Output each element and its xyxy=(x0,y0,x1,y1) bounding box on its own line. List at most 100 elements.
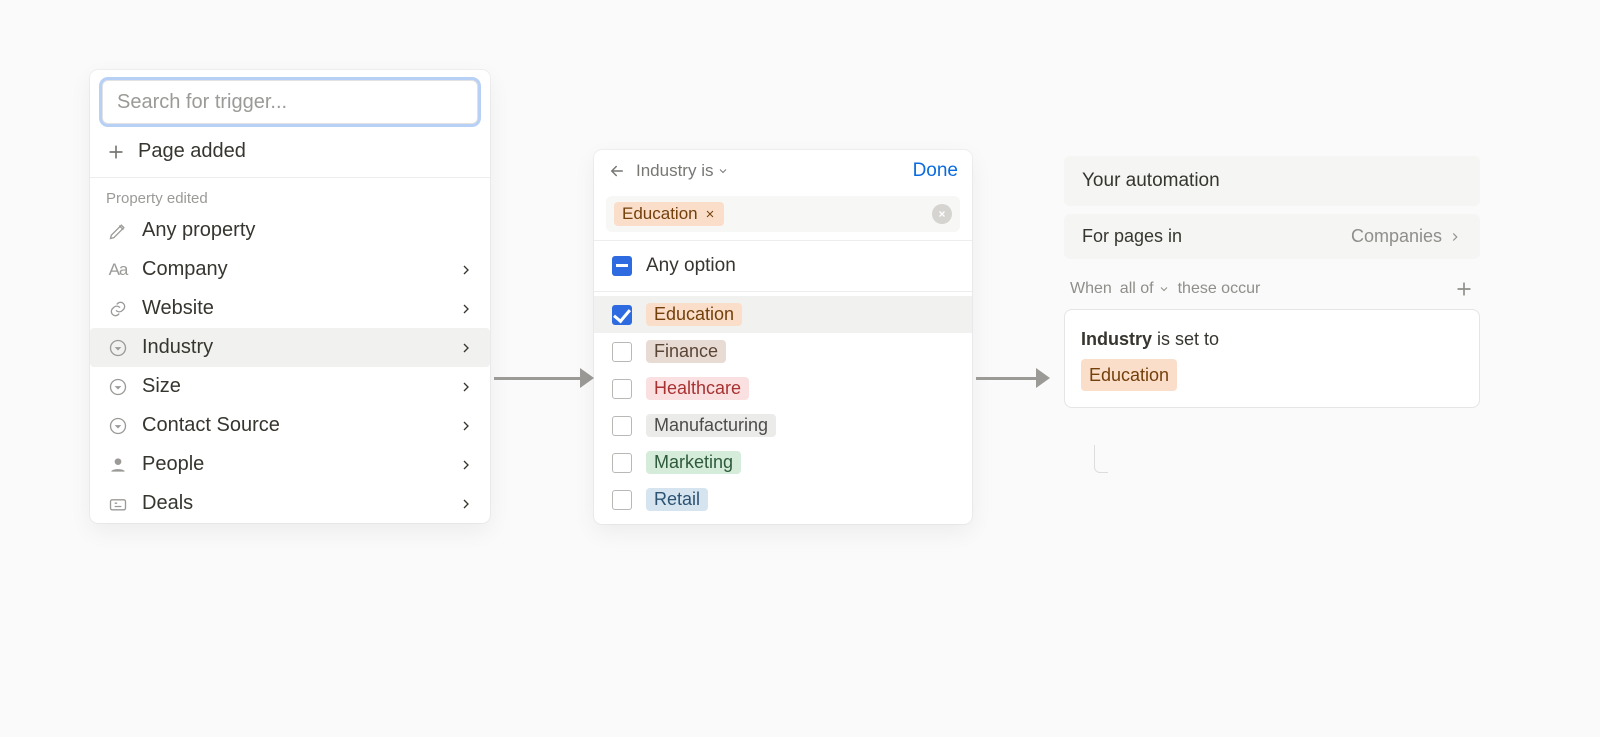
property-icon xyxy=(106,494,130,514)
checkbox[interactable] xyxy=(612,490,632,510)
chevron-right-icon xyxy=(1448,230,1462,244)
property-label: Deals xyxy=(142,492,446,515)
select-icon xyxy=(108,338,128,358)
property-label: Company xyxy=(142,258,446,281)
when-suffix: these occur xyxy=(1178,280,1261,298)
option-row-healthcare[interactable]: Healthcare xyxy=(594,370,972,407)
divider xyxy=(594,240,972,241)
search-wrap xyxy=(90,70,490,130)
add-trigger-button[interactable] xyxy=(1454,279,1474,299)
property-row-company[interactable]: Aa Company xyxy=(90,250,490,289)
tree-connector xyxy=(1094,445,1108,473)
option-label: Manufacturing xyxy=(646,414,776,437)
select-icon xyxy=(108,416,128,436)
clear-all-button[interactable] xyxy=(932,204,952,224)
property-label: Any property xyxy=(142,219,474,242)
token-remove-icon[interactable] xyxy=(704,208,716,220)
any-option-row[interactable]: Any option xyxy=(594,245,972,287)
trigger-page-added[interactable]: Page added xyxy=(90,130,490,173)
person-icon xyxy=(108,455,128,475)
automation-database-row[interactable]: For pages in Companies xyxy=(1064,214,1480,259)
checkbox[interactable] xyxy=(612,379,632,399)
option-label: Retail xyxy=(646,488,708,511)
property-row-contact-source[interactable]: Contact Source xyxy=(90,406,490,445)
when-mode-chip[interactable]: all of xyxy=(1120,280,1170,298)
checkbox[interactable] xyxy=(612,453,632,473)
arrow-1 xyxy=(494,368,594,388)
rule-property: Industry xyxy=(1081,329,1152,349)
property-label: Website xyxy=(142,297,446,320)
rule-value-tag: Education xyxy=(1081,359,1177,392)
property-icon xyxy=(106,455,130,475)
when-prefix: When xyxy=(1070,280,1112,298)
deals-icon xyxy=(108,494,128,514)
checkbox[interactable] xyxy=(612,342,632,362)
close-icon xyxy=(937,209,947,219)
done-button[interactable]: Done xyxy=(913,160,958,182)
section-header: Property edited xyxy=(90,182,490,211)
property-icon xyxy=(106,221,130,241)
chevron-right-icon xyxy=(458,262,474,278)
edit-icon xyxy=(108,221,128,241)
option-row-education[interactable]: Education xyxy=(594,296,972,333)
when-mode-label: all of xyxy=(1120,280,1154,298)
select-icon xyxy=(108,377,128,397)
chevron-right-icon xyxy=(458,496,474,512)
property-row-any-property[interactable]: Any property xyxy=(90,211,490,250)
token-label: Education xyxy=(622,204,698,224)
divider xyxy=(594,291,972,292)
property-row-deals[interactable]: Deals xyxy=(90,484,490,523)
plus-icon xyxy=(106,142,126,162)
industry-filter-panel: Industry is Done Education Any option Ed… xyxy=(594,150,972,524)
chevron-right-icon xyxy=(458,379,474,395)
property-icon xyxy=(106,299,130,319)
automation-summary-panel: Your automation For pages in Companies W… xyxy=(1064,156,1480,408)
property-row-website[interactable]: Website xyxy=(90,289,490,328)
option-label: Marketing xyxy=(646,451,741,474)
for-pages-label: For pages in xyxy=(1082,226,1182,247)
property-label: Size xyxy=(142,375,446,398)
token-education: Education xyxy=(614,202,724,226)
search-input[interactable] xyxy=(102,80,478,124)
rule-verb: is set to xyxy=(1157,329,1219,349)
checkbox[interactable] xyxy=(612,416,632,436)
property-row-size[interactable]: Size xyxy=(90,367,490,406)
option-row-manufacturing[interactable]: Manufacturing xyxy=(594,407,972,444)
property-row-people[interactable]: People xyxy=(90,445,490,484)
property-label: Industry xyxy=(142,336,446,359)
property-icon xyxy=(106,416,130,436)
trigger-rule-card[interactable]: Industry is set to Education xyxy=(1064,309,1480,408)
text-icon: Aa xyxy=(109,260,128,280)
checkbox[interactable] xyxy=(612,305,632,325)
any-option-label: Any option xyxy=(646,255,736,277)
option-row-finance[interactable]: Finance xyxy=(594,333,972,370)
chevron-right-icon xyxy=(458,418,474,434)
option-label: Finance xyxy=(646,340,726,363)
divider xyxy=(90,177,490,178)
filter-header: Industry is Done xyxy=(594,150,972,192)
database-name: Companies xyxy=(1351,226,1442,247)
property-icon: Aa xyxy=(106,260,130,280)
option-label: Education xyxy=(646,303,742,326)
chevron-right-icon xyxy=(458,457,474,473)
property-label: Contact Source xyxy=(142,414,446,437)
property-icon xyxy=(106,377,130,397)
chevron-right-icon xyxy=(458,301,474,317)
crumb-text: Industry is xyxy=(636,161,713,181)
trigger-picker-panel: Page added Property edited Any property A… xyxy=(90,70,490,523)
property-row-industry[interactable]: Industry xyxy=(90,328,490,367)
property-label: People xyxy=(142,453,446,476)
option-label: Healthcare xyxy=(646,377,749,400)
checkbox-indeterminate-icon xyxy=(612,256,632,276)
automation-title[interactable]: Your automation xyxy=(1064,156,1480,206)
property-icon xyxy=(106,338,130,358)
option-row-marketing[interactable]: Marketing xyxy=(594,444,972,481)
chevron-right-icon xyxy=(458,340,474,356)
trigger-label: Page added xyxy=(138,140,246,163)
back-arrow-icon[interactable] xyxy=(608,162,626,180)
filter-crumb[interactable]: Industry is xyxy=(636,161,729,181)
option-row-retail[interactable]: Retail xyxy=(594,481,972,518)
when-row: When all of these occur xyxy=(1064,279,1480,309)
chevron-down-icon xyxy=(717,165,729,177)
chevron-down-icon xyxy=(1158,283,1170,295)
